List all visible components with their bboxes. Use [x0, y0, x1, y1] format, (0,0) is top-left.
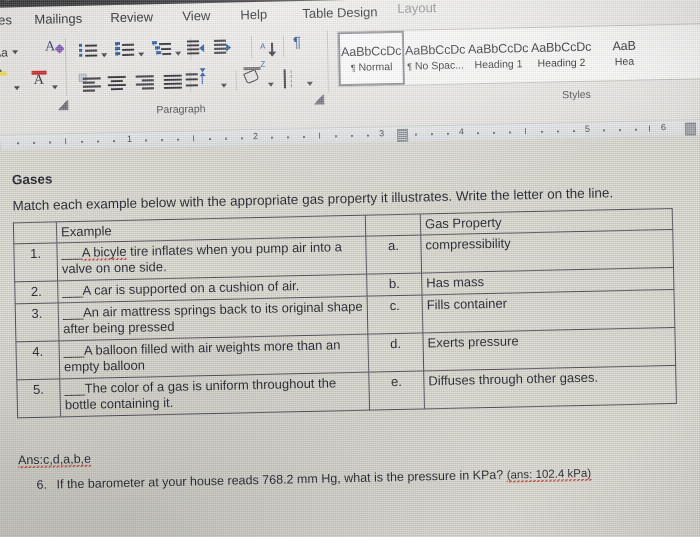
sort-az-icon: AZ [260, 42, 277, 69]
chevron-down-icon [220, 83, 227, 88]
property-letter: d. [367, 332, 424, 373]
style-normal[interactable]: AaBbCcDc ¶ Normal [337, 30, 405, 87]
chevron-down-icon [13, 85, 20, 91]
styles-gallery[interactable]: AaBbCcDc ¶ Normal AaBbCcDc ¶ No Spac... … [336, 23, 700, 88]
answer-blank[interactable]: ___ [63, 305, 84, 320]
bullets-dropdown[interactable] [101, 46, 108, 64]
tab-references[interactable]: nces [0, 12, 12, 28]
document-content: Gases Match each example below with the … [0, 135, 700, 537]
chevron-down-icon [51, 85, 58, 90]
shading-dropdown[interactable] [267, 76, 274, 94]
chevron-down-icon [101, 53, 108, 58]
tab-stop-marker[interactable] [396, 128, 409, 142]
font-color-dropdown[interactable] [51, 78, 58, 96]
pilcrow-icon: ¶ [292, 34, 302, 52]
sort-button[interactable]: AZ [260, 36, 277, 72]
question-6: 6. If the barometer at your house reads 7… [36, 466, 592, 492]
row-number: 5. [16, 378, 61, 418]
property-letter: b. [366, 272, 423, 297]
ribbon: nces Mailings Review View Help Table Des… [0, 0, 700, 140]
property-text: Fills container [422, 289, 675, 333]
paragraph-dialog-launcher[interactable] [314, 94, 325, 105]
paragraph-divider-2 [250, 36, 253, 59]
line-spacing-dropdown[interactable] [220, 77, 227, 95]
style-no-spacing[interactable]: AaBbCcDc ¶ No Spac... [404, 29, 468, 84]
document-page[interactable]: Gases Match each example below with the … [0, 135, 700, 537]
row-number: 4. [15, 340, 60, 380]
styles-group-label: Styles [562, 88, 591, 102]
example-text: A car is supported on a cushion of air. [82, 278, 300, 298]
property-text: Exerts pressure [422, 327, 676, 371]
ruler-mark-6: 6 [660, 122, 667, 133]
change-case-button[interactable]: Aa [0, 43, 19, 62]
style-heading-3[interactable]: AaB Hea [593, 25, 657, 80]
group-divider [64, 38, 68, 97]
borders-dropdown[interactable] [306, 75, 313, 93]
align-left-button[interactable] [78, 73, 101, 92]
ruler-mark-1: 1 [126, 133, 133, 144]
ruler-mark-3: 3 [378, 128, 385, 139]
paragraph-group-label: Paragraph [156, 103, 206, 117]
borders-icon [283, 69, 287, 89]
answer-blank[interactable]: ___ [61, 245, 82, 260]
tab-mailings[interactable]: Mailings [34, 11, 82, 27]
chevron-down-icon [306, 81, 313, 86]
paragraph-divider-3 [282, 35, 285, 58]
style-heading-1[interactable]: AaBbCcDc Heading 1 [467, 28, 531, 83]
tab-table-design[interactable]: Table Design [302, 4, 377, 21]
example-text: An air mattress springs back to its orig… [63, 298, 363, 337]
row-example: ___The color of a gas is uniform through… [59, 372, 370, 417]
paragraph-divider-5 [235, 70, 238, 91]
example-text: The color of a gas is uniform throughout… [64, 375, 337, 413]
chevron-down-icon [267, 82, 274, 87]
question-6-answer: (ans: 102.4 kPa) [506, 467, 592, 483]
header-cell-blank [13, 221, 57, 244]
ruler-mark-2: 2 [252, 130, 259, 142]
question-6-number: 6. [36, 477, 48, 492]
property-letter: a. [365, 234, 422, 275]
group-divider-2 [326, 30, 330, 93]
row-number: 2. [14, 280, 59, 304]
tab-review[interactable]: Review [110, 9, 153, 25]
chevron-down-icon [138, 52, 145, 57]
page-title: Gases [11, 171, 53, 188]
style-heading-2[interactable]: AaBbCcDc Heading 2 [530, 27, 594, 82]
font-dialog-launcher[interactable] [58, 100, 69, 111]
ruler-mark-5: 5 [584, 123, 591, 134]
property-letter: e. [368, 370, 425, 411]
chevron-down-icon [175, 51, 182, 56]
row-number: 3. [15, 302, 59, 342]
question-6-text: If the barometer at your house reads 768… [56, 467, 504, 492]
answer-blank[interactable]: ___ [64, 343, 85, 358]
answer-key-line: Ans:c,d,a,b,e [17, 451, 92, 469]
tab-layout[interactable]: Layout [397, 0, 436, 16]
tab-view[interactable]: View [182, 8, 210, 24]
row-number: 1. [13, 242, 58, 282]
ruler-mark-4: 4 [458, 126, 465, 137]
window-title-ghost-text: ing and [0, 0, 32, 3]
right-indent-marker[interactable] [684, 122, 697, 136]
property-text: compressibility [420, 229, 674, 273]
misspelled-word: A bicyle [81, 243, 127, 261]
answer-blank[interactable]: ___ [62, 283, 83, 298]
chevron-down-icon [12, 49, 19, 55]
matching-table[interactable]: Example Gas Property 1. ___A bicyle tire… [13, 208, 677, 418]
tab-help[interactable]: Help [240, 7, 267, 23]
show-formatting-marks-button[interactable]: ¶ [293, 34, 301, 52]
header-cell-blank-2 [365, 213, 421, 237]
instruction-text: Match each example below with the approp… [12, 185, 614, 214]
property-text: Diffuses through other gases. [423, 365, 677, 409]
numbering-dropdown[interactable] [138, 45, 145, 63]
answer-blank[interactable]: ___ [64, 381, 85, 396]
borders-button[interactable] [283, 69, 287, 89]
example-text: A balloon filled with air weights more t… [63, 337, 341, 375]
multilevel-dropdown[interactable] [175, 45, 182, 63]
property-letter: c. [367, 294, 423, 335]
photographed-screen: ing and nces Mailings Review View Help T… [0, 0, 700, 537]
highlight-dropdown[interactable] [13, 79, 20, 97]
